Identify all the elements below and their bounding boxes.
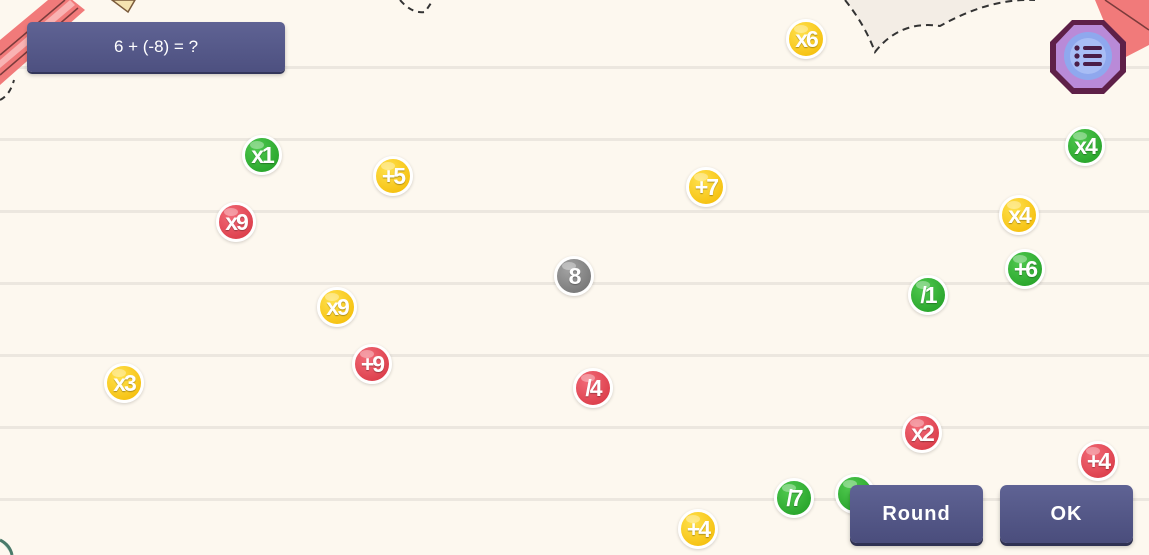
ball-label: +5 bbox=[381, 162, 406, 189]
menu-button[interactable] bbox=[1048, 18, 1128, 96]
ok-button[interactable]: OK bbox=[1000, 485, 1133, 543]
ball-9[interactable]: x9 bbox=[317, 287, 357, 327]
ball-label: x9 bbox=[225, 208, 249, 235]
ball-label: +9 bbox=[360, 350, 385, 377]
ball-label: x9 bbox=[326, 293, 350, 320]
ball-label: x1 bbox=[251, 141, 275, 168]
ball-label: +4 bbox=[1086, 447, 1111, 474]
ball-15[interactable]: +4 bbox=[1078, 441, 1118, 481]
round-button-label: Round bbox=[882, 502, 951, 525]
ball-label: +6 bbox=[1013, 255, 1038, 282]
ball-12[interactable]: x3 bbox=[104, 363, 144, 403]
ok-button-label: OK bbox=[1050, 502, 1083, 525]
ball-7[interactable]: 8 bbox=[554, 256, 594, 296]
ball-label: /7 bbox=[786, 484, 803, 511]
ball-10[interactable]: /1 bbox=[908, 275, 948, 315]
ball-8[interactable]: +6 bbox=[1005, 249, 1045, 289]
ball-4[interactable]: x4 bbox=[1065, 126, 1105, 166]
ball-label: +4 bbox=[686, 515, 711, 542]
ball-18[interactable]: +4 bbox=[678, 509, 718, 549]
ball-label: x4 bbox=[1008, 201, 1032, 228]
round-button[interactable]: Round bbox=[850, 485, 983, 543]
ball-label: +7 bbox=[694, 173, 719, 200]
ball-11[interactable]: +9 bbox=[352, 344, 392, 384]
ball-label: 8 bbox=[568, 262, 582, 289]
ball-1[interactable]: x1 bbox=[242, 135, 282, 175]
ball-5[interactable]: x9 bbox=[216, 202, 256, 242]
list-icon bbox=[1050, 20, 1126, 94]
ball-14[interactable]: x2 bbox=[902, 413, 942, 453]
question-display: 6 + (-8) = ? bbox=[27, 22, 285, 72]
ball-label: /4 bbox=[585, 374, 602, 401]
ball-3[interactable]: +7 bbox=[686, 167, 726, 207]
ball-label: x6 bbox=[795, 25, 819, 52]
ball-label: x3 bbox=[113, 369, 137, 396]
ball-13[interactable]: /4 bbox=[573, 368, 613, 408]
ball-label: x4 bbox=[1074, 132, 1098, 159]
ball-16[interactable]: /7 bbox=[774, 478, 814, 518]
ball-6[interactable]: x4 bbox=[999, 195, 1039, 235]
ball-label: x2 bbox=[911, 419, 935, 446]
question-text: 6 + (-8) = ? bbox=[113, 37, 199, 56]
ball-0[interactable]: x6 bbox=[786, 19, 826, 59]
ball-2[interactable]: +5 bbox=[373, 156, 413, 196]
ball-label: /1 bbox=[920, 281, 937, 308]
